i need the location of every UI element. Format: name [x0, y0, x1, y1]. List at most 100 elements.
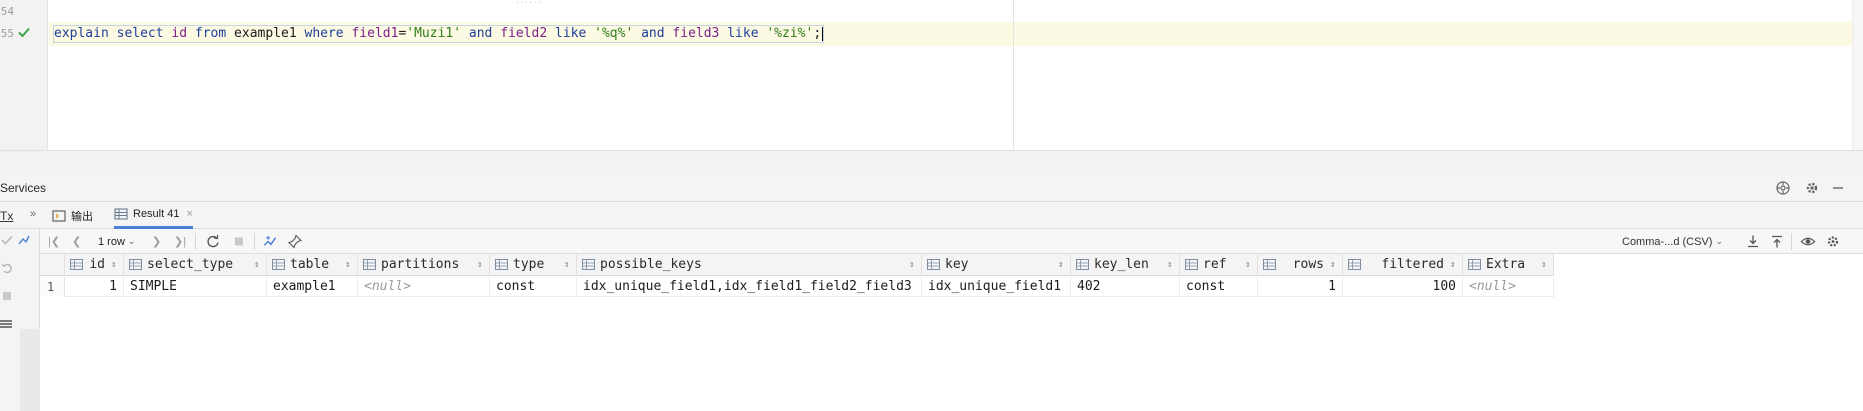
sort-icon[interactable]: ⇕ [477, 260, 484, 270]
next-page-icon[interactable]: ❯ [152, 234, 161, 249]
column-label: table [290, 257, 330, 272]
code-token: field3 [672, 26, 720, 41]
cell-id[interactable]: 1 [65, 277, 124, 297]
sql-statement[interactable]: explain select id from example1 where fi… [52, 25, 825, 43]
sort-icon[interactable]: ⇕ [1167, 260, 1174, 270]
tx-label[interactable]: Tx [0, 209, 13, 223]
pin-icon[interactable] [288, 234, 302, 249]
chart-line-icon[interactable] [18, 234, 30, 246]
view-icon[interactable] [1800, 234, 1816, 249]
panel-splitter[interactable] [0, 150, 1863, 174]
sort-icon[interactable]: ⇕ [1245, 260, 1252, 270]
column-label: Extra [1486, 257, 1526, 272]
column-icon [363, 259, 376, 270]
expand-icon[interactable]: » [30, 208, 36, 220]
globe-icon[interactable] [1775, 180, 1791, 196]
close-icon[interactable]: × [186, 208, 192, 220]
stop-square-icon[interactable] [1, 290, 13, 302]
cell-key-len[interactable]: 402 [1071, 277, 1180, 297]
column-header-filtered[interactable]: filtered ⇕ [1343, 254, 1463, 276]
row-number-header [40, 254, 65, 276]
column-icon [582, 259, 595, 270]
column-header-possible-keys[interactable]: possible_keys ⇕ [577, 254, 922, 276]
column-icon [495, 259, 508, 270]
cell-filtered[interactable]: 100 [1343, 277, 1463, 297]
row-number[interactable]: 1 [40, 277, 65, 297]
cell-extra[interactable]: <null> [1463, 277, 1554, 297]
column-header-partitions[interactable]: partitions ⇕ [358, 254, 490, 276]
code-token: example1 [226, 26, 305, 41]
cell-select-type[interactable]: SIMPLE [124, 277, 267, 297]
sql-editor[interactable]: 54 55 ······ explain select id from exam… [0, 0, 1863, 150]
cell-ref[interactable]: const [1180, 277, 1258, 297]
rollback-icon[interactable] [1, 262, 13, 274]
gear-icon[interactable] [1804, 180, 1820, 196]
sort-icon[interactable]: ⇕ [1450, 260, 1457, 270]
sort-icon[interactable]: ⇕ [1330, 260, 1337, 270]
settings-icon[interactable] [1826, 234, 1840, 249]
toolbar-separator [195, 233, 196, 250]
code-token: '%zi%' [766, 26, 814, 41]
column-header-key[interactable]: key ⇕ [922, 254, 1071, 276]
prev-page-icon[interactable]: ❮ [72, 234, 81, 249]
sort-icon[interactable]: ⇕ [909, 260, 916, 270]
export-icon[interactable] [1746, 234, 1760, 249]
column-icon [1185, 259, 1198, 270]
cell-type[interactable]: const [490, 277, 577, 297]
column-header-select-type[interactable]: select_type ⇕ [124, 254, 267, 276]
export-format-dropdown[interactable]: Comma-...d (CSV) ⌄ [1622, 234, 1723, 249]
column-header-rows[interactable]: rows ⇕ [1258, 254, 1343, 276]
refresh-icon[interactable] [206, 234, 220, 249]
tab-result-41[interactable]: Result 41 × [114, 202, 193, 229]
column-header-key-len[interactable]: key_len ⇕ [1071, 254, 1180, 276]
column-header-id[interactable]: id ⇕ [65, 254, 124, 276]
import-icon[interactable] [1770, 234, 1784, 249]
cell-rows[interactable]: 1 [1258, 277, 1343, 297]
minimize-icon[interactable] [1830, 180, 1846, 196]
sort-icon[interactable]: ⇕ [345, 260, 352, 270]
cell-partitions[interactable]: <null> [358, 277, 490, 297]
result-grid[interactable]: id ⇕ select_type ⇕ table ⇕ partitions ⇕ type ⇕ pos… [40, 254, 1863, 411]
last-page-icon[interactable]: ❯| [174, 234, 186, 249]
toolbar-separator [1791, 233, 1792, 250]
cell-key[interactable]: idx_unique_field1 [922, 277, 1071, 297]
tab-output-label: 输出 [71, 210, 93, 223]
sort-icon[interactable]: ⇕ [111, 260, 118, 270]
cell-possible-keys[interactable]: idx_unique_field1,idx_field1_field2_fiel… [577, 277, 922, 297]
sort-icon[interactable]: ⇕ [1058, 260, 1065, 270]
column-label: filtered [1381, 257, 1444, 272]
column-icon [272, 259, 285, 270]
sort-icon[interactable]: ⇕ [254, 260, 261, 270]
column-label: possible_keys [600, 257, 702, 272]
first-page-icon[interactable]: |❮ [48, 234, 60, 249]
column-header-type[interactable]: type ⇕ [490, 254, 577, 276]
code-token: field2 [500, 26, 548, 41]
console-icon [52, 209, 66, 222]
code-token: ; [813, 26, 822, 41]
stop-icon[interactable] [232, 234, 246, 249]
sort-icon[interactable]: ⇕ [1541, 260, 1548, 270]
column-header-table[interactable]: table ⇕ [267, 254, 358, 276]
chevron-down-icon: ⌄ [127, 236, 136, 246]
right-margin-guide [1013, 0, 1014, 150]
tab-output[interactable]: 输出 [52, 202, 93, 229]
rows-dropdown[interactable]: 1 row ⌄ [98, 234, 135, 249]
editor-gutter: 54 55 [0, 0, 48, 150]
services-left-strip [0, 229, 40, 411]
sort-icon[interactable]: ⇕ [564, 260, 571, 270]
list-icon[interactable] [0, 318, 12, 330]
line-number: 55 [0, 27, 14, 40]
column-icon [1348, 259, 1361, 270]
commit-check-icon[interactable] [1, 234, 13, 246]
column-header-ref[interactable]: ref ⇕ [1180, 254, 1258, 276]
column-header-extra[interactable]: Extra ⇕ [1463, 254, 1554, 276]
column-icon [1076, 259, 1089, 270]
column-label: partitions [381, 257, 460, 272]
services-title: Services [0, 181, 47, 195]
compare-icon[interactable] [262, 234, 278, 249]
cell-table[interactable]: example1 [267, 277, 358, 297]
column-icon [1468, 259, 1481, 270]
code-token: '%q%' [594, 26, 634, 41]
editor-scrollbar[interactable] [1852, 0, 1863, 150]
